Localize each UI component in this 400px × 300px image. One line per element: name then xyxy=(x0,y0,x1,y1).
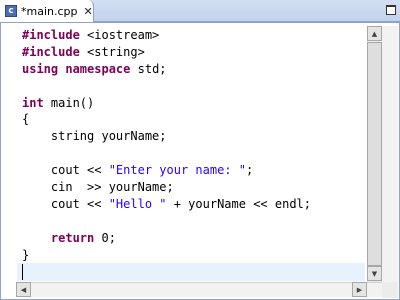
code-line: cout << "Hello " + yourName << endl; xyxy=(22,196,311,213)
code-line: string yourName; xyxy=(22,128,311,145)
editor-gutter xyxy=(1,23,16,282)
current-line-highlight xyxy=(17,263,365,281)
code-token: <string> xyxy=(79,44,145,59)
keyword-token: #include xyxy=(22,28,80,42)
tab-title: *main.cpp xyxy=(21,4,78,18)
code-line: { xyxy=(22,111,311,128)
code-token: main() xyxy=(43,95,95,110)
keyword-token: using xyxy=(22,61,59,76)
close-icon[interactable]: ✕ xyxy=(84,5,93,18)
code-line: #include <string> xyxy=(22,44,311,61)
keyword-token: namespace xyxy=(65,61,131,76)
code-token: string yourName; xyxy=(22,129,167,144)
code-token: <iostream> xyxy=(79,28,160,42)
scroll-down-button[interactable]: ▼ xyxy=(367,266,382,281)
code-token: + yourName << endl; xyxy=(166,196,311,211)
string-token: "Enter your name: " xyxy=(108,163,246,178)
scroll-up-button[interactable]: ▲ xyxy=(367,26,382,41)
editor-tab-bar: c *main.cpp ✕ xyxy=(0,0,400,22)
code-line: #include <iostream> xyxy=(22,27,311,44)
code-line: cin >> yourName; xyxy=(22,179,311,196)
code-line: } xyxy=(22,247,311,264)
code-token: cout << xyxy=(22,196,109,211)
keyword-token: return xyxy=(50,230,95,245)
code-token: { xyxy=(22,112,30,127)
string-token: "Hello " xyxy=(108,196,167,211)
code-text[interactable]: #include <iostream> #include <string> usin… xyxy=(22,27,311,263)
tab-main-cpp[interactable]: c *main.cpp ✕ xyxy=(0,0,94,22)
c-source-file-icon: c xyxy=(5,5,17,17)
code-line: cout << "Enter your name: "; xyxy=(22,162,311,179)
keyword-token: int xyxy=(22,95,44,110)
code-token: cout << xyxy=(22,163,109,178)
code-token: ; xyxy=(245,163,254,178)
scrollbar-corner xyxy=(382,282,398,298)
scroll-right-button[interactable]: ▶ xyxy=(352,282,367,297)
code-token: 0; xyxy=(94,230,116,245)
code-token: cin >> yourName; xyxy=(22,180,174,195)
scroll-left-button[interactable]: ◀ xyxy=(16,282,31,297)
code-line: int main() xyxy=(22,95,311,112)
vertical-scroll-thumb[interactable] xyxy=(367,42,382,266)
code-line: return 0; xyxy=(22,230,311,247)
code-line: using namespace std; xyxy=(22,61,311,78)
code-token: } xyxy=(22,247,30,262)
maximize-icon[interactable] xyxy=(386,5,396,15)
keyword-token: #include xyxy=(22,44,80,59)
outer-scroll-area xyxy=(382,26,398,282)
text-caret xyxy=(22,264,23,280)
horizontal-scrollbar[interactable] xyxy=(16,282,382,297)
code-token: std; xyxy=(130,61,167,76)
